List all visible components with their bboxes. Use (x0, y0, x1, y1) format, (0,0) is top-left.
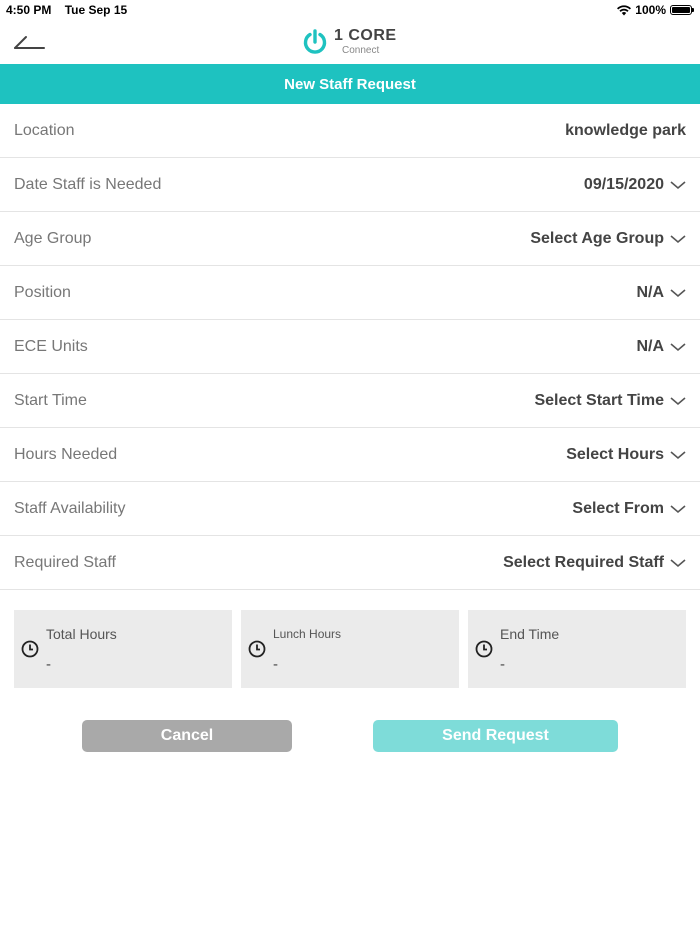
power-icon (303, 29, 327, 54)
row-value: N/A (636, 337, 664, 355)
row-label: Staff Availability (14, 499, 126, 517)
chevron-down-icon (670, 504, 686, 513)
lunch-hours-value: - (273, 656, 278, 673)
title-bar: New Staff Request (0, 64, 700, 104)
location-row[interactable]: Location knowledge park (0, 104, 700, 158)
status-bar: 4:50 PM Tue Sep 15 100% (0, 0, 700, 20)
action-buttons: Cancel Send Request (0, 720, 700, 752)
wifi-icon (617, 4, 632, 15)
send-request-button[interactable]: Send Request (373, 720, 618, 752)
back-arrow-icon (14, 36, 45, 49)
chevron-down-icon (670, 450, 686, 459)
lunch-hours-label: Lunch Hours (273, 627, 342, 641)
chevron-down-icon (670, 180, 686, 189)
cancel-button[interactable]: Cancel (82, 720, 292, 752)
total-hours-label: Total Hours (46, 626, 117, 642)
position-row[interactable]: Position N/A (0, 266, 700, 320)
row-label: Hours Needed (14, 445, 118, 463)
row-value: Select Required Staff (503, 553, 664, 571)
chevron-down-icon (670, 288, 686, 297)
staff-availability-row[interactable]: Staff Availability Select From (0, 482, 700, 536)
ece-units-row[interactable]: ECE Units N/A (0, 320, 700, 374)
brand-subtitle: Connect (342, 45, 380, 56)
age-group-row[interactable]: Age Group Select Age Group (0, 212, 700, 266)
summary-cards: Total Hours - Lunch Hours - End Time - (14, 610, 686, 688)
chevron-down-icon (670, 396, 686, 405)
end-time-label: End Time (500, 626, 560, 642)
clock-icon (475, 640, 493, 658)
row-value: knowledge park (565, 121, 686, 139)
brand-name: 1 CORE (334, 27, 397, 44)
clock-icon (248, 640, 266, 658)
staff-request-form: Location knowledge park Date Staff is Ne… (0, 104, 700, 590)
end-time-value: - (500, 656, 505, 673)
total-hours-value: - (46, 656, 51, 673)
start-time-row[interactable]: Start Time Select Start Time (0, 374, 700, 428)
status-time: 4:50 PM (6, 3, 52, 17)
battery-percent: 100% (635, 3, 666, 17)
row-value: N/A (636, 283, 664, 301)
total-hours-card: Total Hours - (14, 610, 232, 688)
page-title: New Staff Request (284, 75, 416, 93)
end-time-card: End Time - (468, 610, 686, 688)
chevron-down-icon (670, 342, 686, 351)
battery-icon (670, 5, 694, 15)
required-staff-row[interactable]: Required Staff Select Required Staff (0, 536, 700, 590)
chevron-down-icon (670, 234, 686, 243)
row-label: Date Staff is Needed (14, 175, 162, 193)
status-date: Tue Sep 15 (64, 3, 128, 17)
lunch-hours-card: Lunch Hours - (241, 610, 459, 688)
date-needed-row[interactable]: Date Staff is Needed 09/15/2020 (0, 158, 700, 212)
row-label: Age Group (14, 229, 92, 247)
row-label: Required Staff (14, 553, 116, 571)
app-logo: 1 CORE Connect (302, 24, 397, 60)
back-button[interactable] (12, 28, 48, 56)
row-value: Select From (572, 499, 664, 517)
row-value: Select Age Group (530, 229, 664, 247)
clock-icon (21, 640, 39, 658)
hours-needed-row[interactable]: Hours Needed Select Hours (0, 428, 700, 482)
row-value: Select Start Time (534, 391, 664, 409)
nav-bar: 1 CORE Connect (0, 20, 700, 64)
row-label: ECE Units (14, 337, 88, 355)
row-value: Select Hours (566, 445, 664, 463)
chevron-down-icon (670, 558, 686, 567)
row-value: 09/15/2020 (583, 175, 664, 193)
row-label: Position (14, 283, 71, 301)
row-label: Location (14, 121, 75, 139)
row-label: Start Time (14, 391, 87, 409)
